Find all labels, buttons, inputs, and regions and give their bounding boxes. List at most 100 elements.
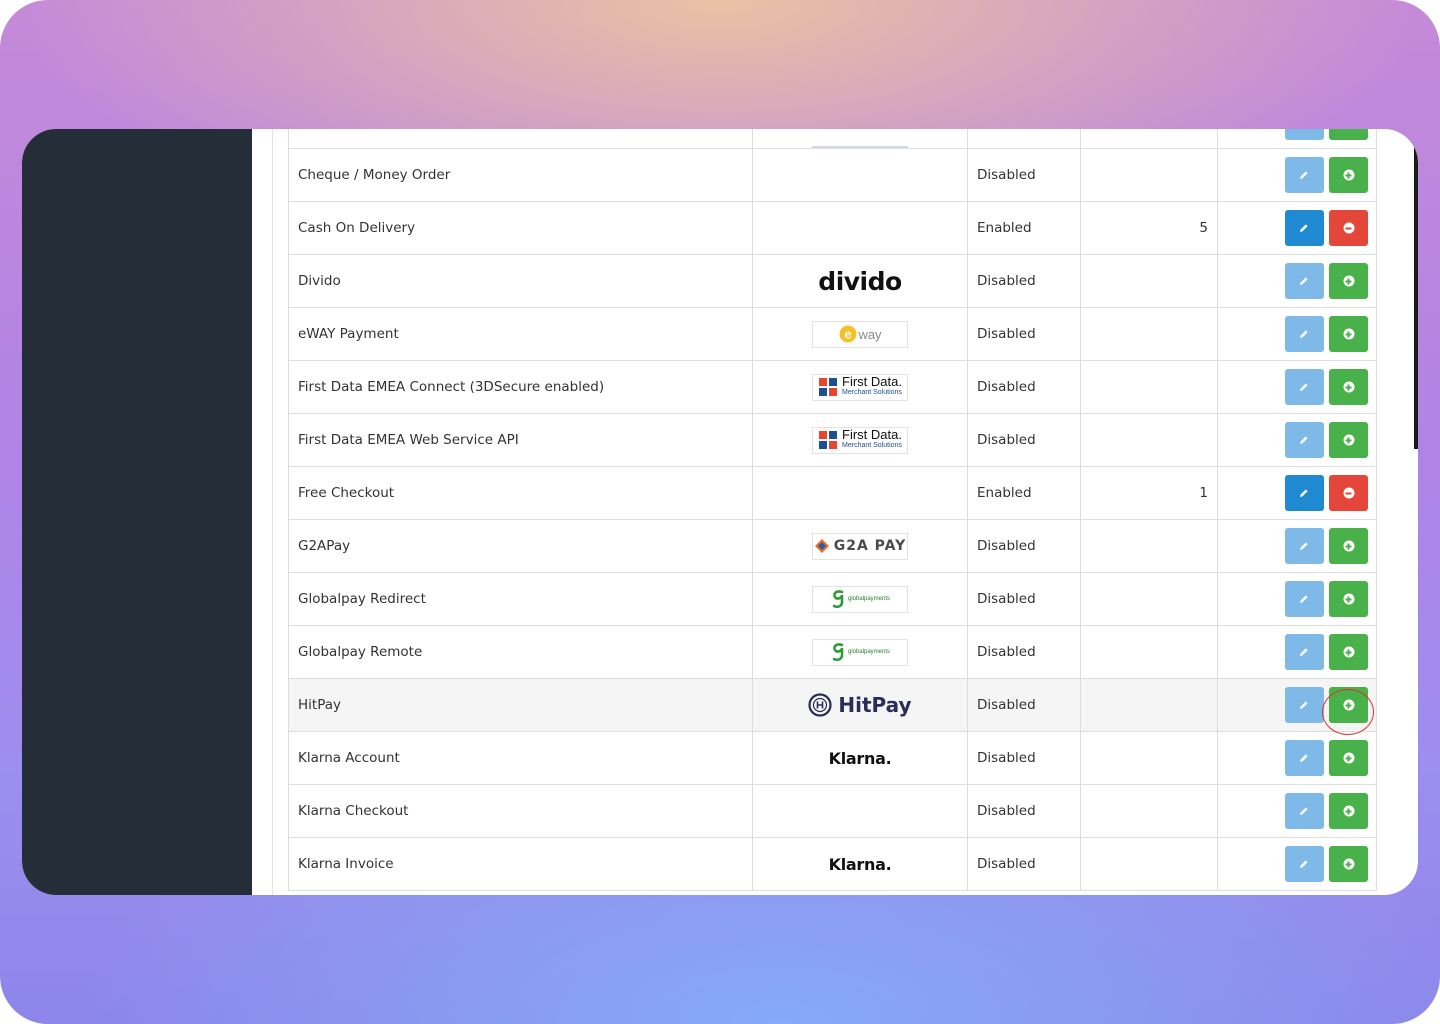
payment-logo-cell (752, 784, 968, 838)
install-button[interactable] (1329, 263, 1368, 299)
pencil-icon (1300, 648, 1308, 656)
table-row: Free Checkout Enabled 1 (288, 466, 1377, 520)
payment-sort-order (1080, 678, 1218, 732)
pencil-icon (1300, 383, 1308, 391)
payment-logo-cell: HitPay (752, 678, 968, 732)
install-button[interactable] (1329, 634, 1368, 670)
partial-logo (812, 136, 908, 148)
eway-mark-icon: e (839, 325, 857, 343)
edit-button[interactable] (1284, 263, 1324, 299)
edit-button[interactable] (1284, 581, 1324, 617)
payment-actions (1217, 360, 1377, 414)
payment-logo-cell: Klarna. (752, 837, 968, 891)
payment-sort-order: 5 (1080, 201, 1218, 255)
payment-actions (1217, 254, 1377, 308)
payment-logo-cell: e way (752, 307, 968, 361)
plus-circle-icon (1343, 381, 1354, 393)
payment-sort-order (1080, 360, 1218, 414)
payment-status: Disabled (967, 625, 1081, 679)
payment-sort-order (1080, 572, 1218, 626)
edit-button[interactable] (1284, 129, 1324, 140)
payment-actions (1217, 731, 1377, 785)
payment-sort-order (1080, 307, 1218, 361)
globalpay-logo: globalpayments (812, 585, 908, 613)
payment-logo-cell (752, 148, 968, 202)
edit-button[interactable] (1284, 528, 1324, 564)
edit-button[interactable] (1284, 634, 1324, 670)
payment-actions (1217, 307, 1377, 361)
pencil-icon (1300, 807, 1308, 815)
table-row: G2APay G2A PAY Disabled (288, 519, 1377, 573)
pencil-icon (1300, 754, 1308, 762)
install-button[interactable] (1329, 846, 1368, 882)
payment-logo-cell (752, 129, 968, 149)
payment-logo-cell: divido (752, 254, 968, 308)
svg-text:e: e (845, 327, 852, 342)
eway-logo-text: way (858, 326, 882, 342)
payment-status: Disabled (967, 413, 1081, 467)
pencil-icon (1300, 489, 1308, 497)
payment-name: First Data EMEA Connect (3DSecure enable… (288, 360, 753, 414)
firstdata-mark-icon (819, 431, 838, 449)
payment-sort-order (1080, 731, 1218, 785)
firstdata-logo: First Data. Merchant Solutions (812, 373, 908, 401)
install-button[interactable] (1329, 740, 1368, 776)
plus-circle-icon (1343, 540, 1354, 552)
payment-name: Klarna Account (288, 731, 753, 785)
payment-status (967, 129, 1081, 149)
table-row: Globalpay Redirect globalpayments Disabled (288, 572, 1377, 626)
edit-button[interactable] (1284, 740, 1324, 776)
edit-button[interactable] (1284, 210, 1324, 246)
globalpay-mark-icon (832, 590, 844, 609)
klarna-logo: Klarna. (828, 748, 892, 768)
install-button[interactable] (1329, 793, 1368, 829)
pencil-icon (1300, 860, 1308, 868)
edit-button[interactable] (1284, 369, 1324, 405)
payment-name: Cheque / Money Order (288, 148, 753, 202)
minus-circle-icon (1343, 487, 1354, 499)
edit-button[interactable] (1284, 687, 1324, 723)
edit-button[interactable] (1284, 475, 1324, 511)
payment-sort-order (1080, 837, 1218, 891)
install-button[interactable] (1329, 369, 1368, 405)
uninstall-button[interactable] (1329, 475, 1368, 511)
table-row: Cheque / Money Order Disabled (288, 148, 1377, 202)
payment-sort-order (1080, 413, 1218, 467)
edit-button[interactable] (1284, 157, 1324, 193)
payments-table: Cheque / Money Order Disabled Cash On Del… (288, 129, 1377, 891)
payment-status: Disabled (967, 360, 1081, 414)
payment-actions (1217, 572, 1377, 626)
plus-circle-icon (1343, 805, 1354, 817)
payment-logo-cell: G2A PAY (752, 519, 968, 573)
uninstall-button[interactable] (1329, 210, 1368, 246)
install-button[interactable] (1329, 422, 1368, 458)
globalpay-logo: globalpayments (812, 638, 908, 666)
payment-name: Free Checkout (288, 466, 753, 520)
firstdata-logo-text: First Data. Merchant Solutions (842, 374, 902, 396)
payment-sort-order (1080, 148, 1218, 202)
payment-name (288, 129, 753, 149)
payment-name: Cash On Delivery (288, 201, 753, 255)
globalpay-logo-text: globalpayments (847, 649, 891, 655)
install-button[interactable] (1329, 129, 1368, 140)
g2apay-logo: G2A PAY (812, 532, 908, 560)
install-button[interactable] (1329, 581, 1368, 617)
edit-button[interactable] (1284, 316, 1324, 352)
edit-button[interactable] (1284, 793, 1324, 829)
background-frame: Cheque / Money Order Disabled Cash On Del… (0, 0, 1440, 1024)
install-button[interactable] (1329, 157, 1368, 193)
payment-logo-cell: First Data. Merchant Solutions (752, 360, 968, 414)
payment-actions (1217, 625, 1377, 679)
payment-actions (1217, 413, 1377, 467)
table-row: HitPay HitPay Disabled (288, 678, 1377, 732)
payment-logo-cell: First Data. Merchant Solutions (752, 413, 968, 467)
install-button[interactable] (1329, 316, 1368, 352)
table-row: First Data EMEA Web Service API First Dat… (288, 413, 1377, 467)
edit-button[interactable] (1284, 422, 1324, 458)
payment-sort-order (1080, 784, 1218, 838)
install-button[interactable] (1329, 528, 1368, 564)
table-row: Cash On Delivery Enabled 5 (288, 201, 1377, 255)
pencil-icon (1300, 171, 1308, 179)
edit-button[interactable] (1284, 846, 1324, 882)
plus-circle-icon (1343, 434, 1354, 446)
